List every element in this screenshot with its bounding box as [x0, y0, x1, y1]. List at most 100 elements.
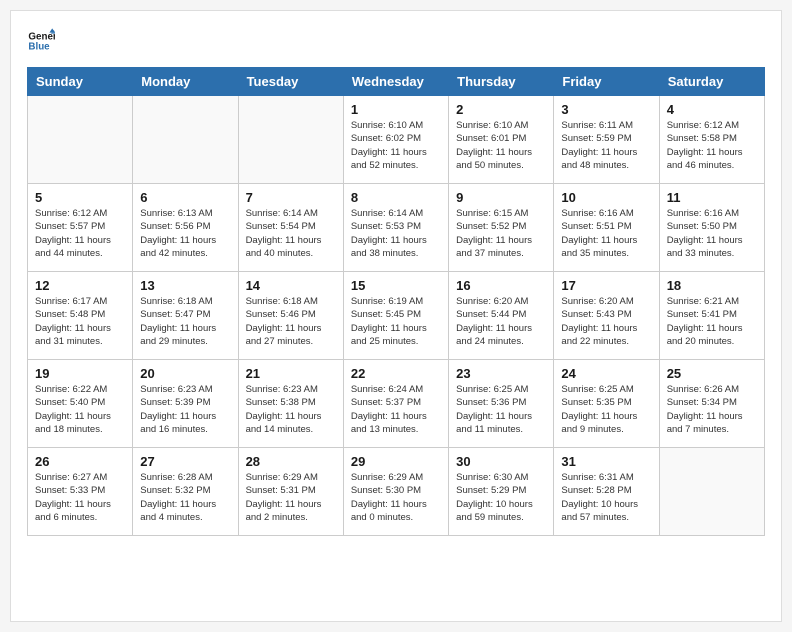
day-cell	[659, 448, 764, 536]
day-info: Sunrise: 6:11 AM Sunset: 5:59 PM Dayligh…	[561, 119, 651, 172]
day-cell: 22 Sunrise: 6:24 AM Sunset: 5:37 PM Dayli…	[343, 360, 448, 448]
day-cell: 30 Sunrise: 6:30 AM Sunset: 5:29 PM Dayli…	[449, 448, 554, 536]
day-cell: 20 Sunrise: 6:23 AM Sunset: 5:39 PM Dayli…	[133, 360, 238, 448]
day-cell: 3Sunrise: 6:11 AM Sunset: 5:59 PM Daylig…	[554, 96, 659, 184]
weekday-header-monday: Monday	[133, 68, 238, 96]
day-cell: 17 Sunrise: 6:20 AM Sunset: 5:43 PM Dayli…	[554, 272, 659, 360]
day-info: Sunrise: 6:23 AM Sunset: 5:39 PM Dayligh…	[140, 383, 230, 436]
week-row-2: 5 Sunrise: 6:12 AM Sunset: 5:57 PM Daylig…	[28, 184, 765, 272]
day-cell: 31 Sunrise: 6:31 AM Sunset: 5:28 PM Dayli…	[554, 448, 659, 536]
day-info: Sunrise: 6:15 AM Sunset: 5:52 PM Dayligh…	[456, 207, 546, 260]
day-number: 27	[140, 454, 230, 469]
logo-icon: General Blue	[27, 27, 55, 55]
day-info: Sunrise: 6:28 AM Sunset: 5:32 PM Dayligh…	[140, 471, 230, 524]
day-cell: 5 Sunrise: 6:12 AM Sunset: 5:57 PM Daylig…	[28, 184, 133, 272]
day-info: Sunrise: 6:12 AM Sunset: 5:57 PM Dayligh…	[35, 207, 125, 260]
day-number: 24	[561, 366, 651, 381]
day-number: 20	[140, 366, 230, 381]
header: General Blue	[27, 27, 765, 55]
day-info: Sunrise: 6:30 AM Sunset: 5:29 PM Dayligh…	[456, 471, 546, 524]
day-number: 8	[351, 190, 441, 205]
weekday-header-tuesday: Tuesday	[238, 68, 343, 96]
day-info: Sunrise: 6:23 AM Sunset: 5:38 PM Dayligh…	[246, 383, 336, 436]
day-number: 7	[246, 190, 336, 205]
day-number: 14	[246, 278, 336, 293]
weekday-header-row: SundayMondayTuesdayWednesdayThursdayFrid…	[28, 68, 765, 96]
day-info: Sunrise: 6:20 AM Sunset: 5:44 PM Dayligh…	[456, 295, 546, 348]
day-cell: 1Sunrise: 6:10 AM Sunset: 6:02 PM Daylig…	[343, 96, 448, 184]
day-info: Sunrise: 6:16 AM Sunset: 5:50 PM Dayligh…	[667, 207, 757, 260]
day-number: 6	[140, 190, 230, 205]
day-number: 10	[561, 190, 651, 205]
day-cell: 13 Sunrise: 6:18 AM Sunset: 5:47 PM Dayli…	[133, 272, 238, 360]
logo: General Blue	[27, 27, 59, 55]
day-number: 30	[456, 454, 546, 469]
calendar-body: 1Sunrise: 6:10 AM Sunset: 6:02 PM Daylig…	[28, 96, 765, 536]
day-cell: 6 Sunrise: 6:13 AM Sunset: 5:56 PM Daylig…	[133, 184, 238, 272]
day-cell: 16 Sunrise: 6:20 AM Sunset: 5:44 PM Dayli…	[449, 272, 554, 360]
weekday-header-thursday: Thursday	[449, 68, 554, 96]
day-cell: 7 Sunrise: 6:14 AM Sunset: 5:54 PM Daylig…	[238, 184, 343, 272]
day-number: 31	[561, 454, 651, 469]
week-row-3: 12 Sunrise: 6:17 AM Sunset: 5:48 PM Dayli…	[28, 272, 765, 360]
day-cell	[238, 96, 343, 184]
day-info: Sunrise: 6:20 AM Sunset: 5:43 PM Dayligh…	[561, 295, 651, 348]
day-info: Sunrise: 6:12 AM Sunset: 5:58 PM Dayligh…	[667, 119, 757, 172]
day-cell: 27 Sunrise: 6:28 AM Sunset: 5:32 PM Dayli…	[133, 448, 238, 536]
day-info: Sunrise: 6:29 AM Sunset: 5:31 PM Dayligh…	[246, 471, 336, 524]
day-cell	[28, 96, 133, 184]
day-info: Sunrise: 6:29 AM Sunset: 5:30 PM Dayligh…	[351, 471, 441, 524]
weekday-header-friday: Friday	[554, 68, 659, 96]
day-cell: 4 Sunrise: 6:12 AM Sunset: 5:58 PM Daylig…	[659, 96, 764, 184]
day-info: Sunrise: 6:10 AM Sunset: 6:01 PM Dayligh…	[456, 119, 546, 172]
day-number: 17	[561, 278, 651, 293]
day-info: Sunrise: 6:22 AM Sunset: 5:40 PM Dayligh…	[35, 383, 125, 436]
day-cell: 24 Sunrise: 6:25 AM Sunset: 5:35 PM Dayli…	[554, 360, 659, 448]
week-row-4: 19 Sunrise: 6:22 AM Sunset: 5:40 PM Dayli…	[28, 360, 765, 448]
day-info: Sunrise: 6:18 AM Sunset: 5:46 PM Dayligh…	[246, 295, 336, 348]
day-number: 26	[35, 454, 125, 469]
day-info: Sunrise: 6:10 AM Sunset: 6:02 PM Dayligh…	[351, 119, 441, 172]
day-cell: 19 Sunrise: 6:22 AM Sunset: 5:40 PM Dayli…	[28, 360, 133, 448]
day-info: Sunrise: 6:16 AM Sunset: 5:51 PM Dayligh…	[561, 207, 651, 260]
day-info: Sunrise: 6:25 AM Sunset: 5:36 PM Dayligh…	[456, 383, 546, 436]
day-cell: 26 Sunrise: 6:27 AM Sunset: 5:33 PM Dayli…	[28, 448, 133, 536]
day-cell: 2Sunrise: 6:10 AM Sunset: 6:01 PM Daylig…	[449, 96, 554, 184]
day-info: Sunrise: 6:24 AM Sunset: 5:37 PM Dayligh…	[351, 383, 441, 436]
day-cell: 21 Sunrise: 6:23 AM Sunset: 5:38 PM Dayli…	[238, 360, 343, 448]
day-number: 18	[667, 278, 757, 293]
calendar-table: SundayMondayTuesdayWednesdayThursdayFrid…	[27, 67, 765, 536]
day-cell: 18 Sunrise: 6:21 AM Sunset: 5:41 PM Dayli…	[659, 272, 764, 360]
day-cell: 9 Sunrise: 6:15 AM Sunset: 5:52 PM Daylig…	[449, 184, 554, 272]
day-info: Sunrise: 6:31 AM Sunset: 5:28 PM Dayligh…	[561, 471, 651, 524]
day-info: Sunrise: 6:21 AM Sunset: 5:41 PM Dayligh…	[667, 295, 757, 348]
day-number: 9	[456, 190, 546, 205]
day-number: 5	[35, 190, 125, 205]
day-info: Sunrise: 6:18 AM Sunset: 5:47 PM Dayligh…	[140, 295, 230, 348]
day-number: 21	[246, 366, 336, 381]
day-number: 13	[140, 278, 230, 293]
day-number: 16	[456, 278, 546, 293]
day-info: Sunrise: 6:14 AM Sunset: 5:54 PM Dayligh…	[246, 207, 336, 260]
day-info: Sunrise: 6:17 AM Sunset: 5:48 PM Dayligh…	[35, 295, 125, 348]
day-cell: 29 Sunrise: 6:29 AM Sunset: 5:30 PM Dayli…	[343, 448, 448, 536]
day-number: 15	[351, 278, 441, 293]
day-info: Sunrise: 6:27 AM Sunset: 5:33 PM Dayligh…	[35, 471, 125, 524]
day-info: Sunrise: 6:26 AM Sunset: 5:34 PM Dayligh…	[667, 383, 757, 436]
weekday-header-wednesday: Wednesday	[343, 68, 448, 96]
day-cell: 14 Sunrise: 6:18 AM Sunset: 5:46 PM Dayli…	[238, 272, 343, 360]
day-number: 4	[667, 102, 757, 117]
day-info: Sunrise: 6:25 AM Sunset: 5:35 PM Dayligh…	[561, 383, 651, 436]
week-row-5: 26 Sunrise: 6:27 AM Sunset: 5:33 PM Dayli…	[28, 448, 765, 536]
calendar-container: General Blue SundayMondayTuesdayWednesda…	[10, 10, 782, 622]
day-number: 29	[351, 454, 441, 469]
day-info: Sunrise: 6:13 AM Sunset: 5:56 PM Dayligh…	[140, 207, 230, 260]
day-cell: 15Sunrise: 6:19 AM Sunset: 5:45 PM Dayli…	[343, 272, 448, 360]
day-number: 11	[667, 190, 757, 205]
week-row-1: 1Sunrise: 6:10 AM Sunset: 6:02 PM Daylig…	[28, 96, 765, 184]
day-number: 28	[246, 454, 336, 469]
day-number: 22	[351, 366, 441, 381]
day-cell	[133, 96, 238, 184]
day-number: 12	[35, 278, 125, 293]
day-number: 19	[35, 366, 125, 381]
